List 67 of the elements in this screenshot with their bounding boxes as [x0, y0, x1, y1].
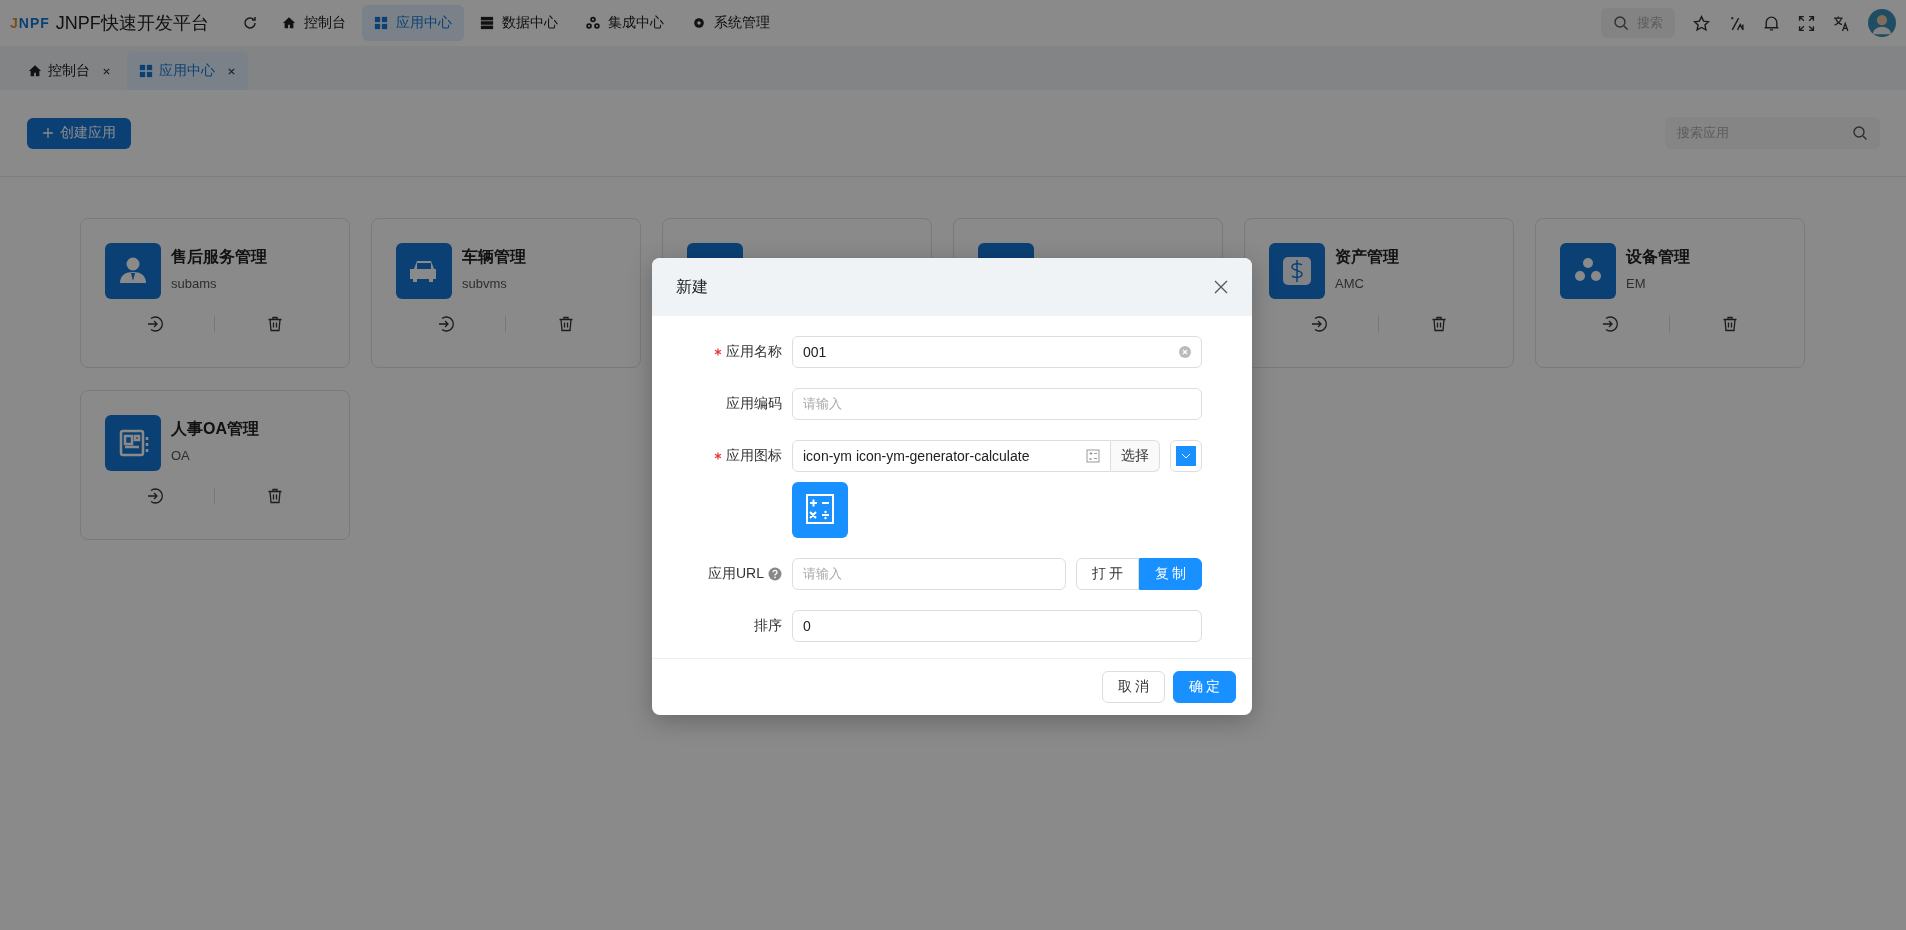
app-name: 售后服务管理 [171, 247, 267, 267]
page-tab[interactable]: 控制台 [16, 52, 123, 90]
app-card[interactable]: 资产管理 AMC [1244, 218, 1514, 368]
select-button[interactable]: 选择 [1111, 440, 1160, 472]
enter-icon[interactable] [146, 487, 165, 505]
field-label: 应用URL [708, 565, 764, 583]
search-icon [1852, 125, 1868, 141]
plus-icon [42, 127, 54, 139]
calculator-icon [792, 482, 848, 538]
app-code: OA [171, 448, 191, 463]
app-card[interactable]: 售后服务管理 subams [80, 218, 350, 368]
app-name: 设备管理 [1626, 247, 1690, 267]
field-label: 排序 [754, 617, 782, 635]
server-icon [480, 16, 494, 30]
app-code: subvms [462, 276, 508, 291]
field-label: 应用编码 [726, 395, 782, 413]
nav-item[interactable]: 集成中心 [574, 5, 676, 41]
input-field[interactable]: icon-ym icon-ym-generator-calculate [792, 440, 1111, 472]
enter-icon[interactable] [437, 315, 456, 333]
input-field[interactable]: 0 [792, 610, 1202, 642]
dialog-button[interactable]: 取 消 [1102, 671, 1165, 703]
url-button[interactable]: 复 制 [1139, 558, 1202, 590]
app-card[interactable]: 车辆管理 subvms [371, 218, 641, 368]
color-picker[interactable] [1170, 440, 1202, 472]
fullscreen-icon[interactable] [1798, 14, 1815, 32]
grid-icon [139, 64, 153, 78]
app-card[interactable]: 设备管理 EM [1535, 218, 1805, 368]
logo-mark: JNPF [10, 15, 50, 31]
page-tab[interactable]: 应用中心 [127, 52, 248, 90]
app-name: 资产管理 [1335, 247, 1399, 267]
app-title: JNPF快速开发平台 [55, 12, 209, 35]
nav-item[interactable]: 控制台 [270, 5, 358, 41]
bell-icon[interactable] [1763, 14, 1780, 32]
app-card[interactable]: 人事OA管理 OA [80, 390, 350, 540]
dialog-button[interactable]: 确 定 [1173, 671, 1236, 703]
input-field[interactable]: 001 [792, 336, 1202, 368]
field-label: 应用名称 [726, 343, 782, 361]
nav-item[interactable]: 系统管理 [680, 5, 782, 41]
app-name: 人事OA管理 [171, 419, 259, 439]
app-name: 车辆管理 [462, 247, 526, 267]
app-code: EM [1626, 276, 1647, 291]
app-code: AMC [1335, 276, 1365, 291]
ai-icon[interactable] [1728, 14, 1745, 32]
search-icon [1613, 15, 1629, 31]
enter-icon[interactable] [146, 315, 165, 333]
app-code: subams [171, 276, 218, 291]
dialog-title: 新建 [676, 276, 708, 297]
create-app-button[interactable]: 创建应用 [27, 117, 131, 149]
nav-item[interactable]: 应用中心 [362, 5, 464, 41]
translate-icon[interactable] [1833, 14, 1850, 32]
url-button[interactable]: 打 开 [1076, 558, 1139, 590]
icon-picker-icon[interactable] [1086, 449, 1100, 463]
close-icon[interactable] [227, 66, 236, 76]
help-icon[interactable] [768, 567, 782, 581]
close-icon[interactable] [102, 66, 111, 76]
enter-icon[interactable] [1601, 315, 1620, 333]
home-icon [28, 64, 42, 78]
close-icon[interactable] [1214, 280, 1228, 294]
grid-icon [374, 16, 388, 30]
home-icon [282, 16, 296, 30]
field-label: 应用图标 [726, 447, 782, 465]
enter-icon[interactable] [1310, 315, 1329, 333]
refresh-icon[interactable] [242, 15, 258, 31]
nav-item[interactable]: 数据中心 [468, 5, 570, 41]
avatar[interactable] [1868, 9, 1896, 37]
nodes-icon [586, 16, 600, 30]
star-icon[interactable] [1693, 14, 1710, 32]
